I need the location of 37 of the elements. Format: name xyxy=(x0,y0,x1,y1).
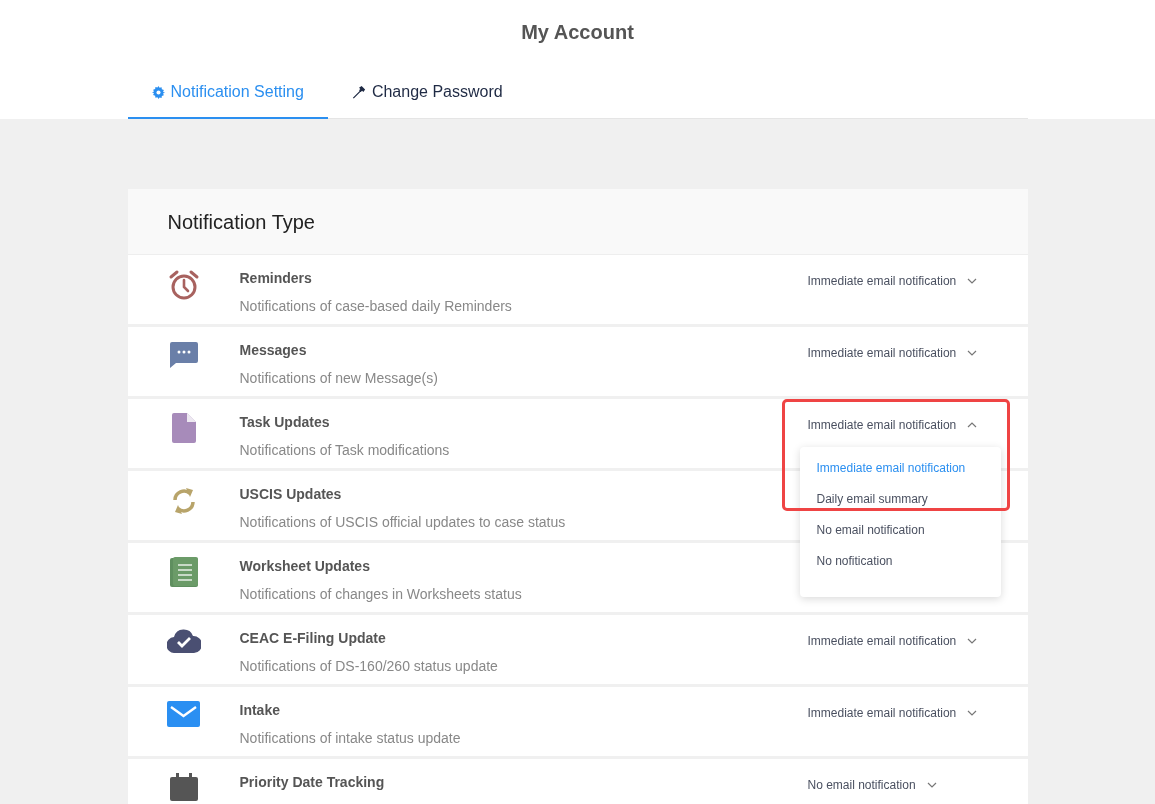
page-title: My Account xyxy=(520,20,635,45)
notification-select[interactable]: No email notification xyxy=(807,776,938,794)
alarm-clock-icon xyxy=(167,269,200,301)
dropdown-option[interactable]: Daily email summary xyxy=(799,484,1001,515)
row-title: Intake xyxy=(239,701,281,720)
chat-bubble-icon xyxy=(168,341,199,369)
row-description: Notifications of DS-160/260 status update xyxy=(239,657,499,676)
notification-select[interactable]: Immediate email notification xyxy=(807,704,979,722)
hammer-icon xyxy=(351,85,366,99)
notebook-icon xyxy=(169,557,198,587)
tab[interactable]: Change Password xyxy=(327,66,527,119)
row-description: Notifications of intake status update xyxy=(239,729,462,748)
gear-icon xyxy=(151,85,165,99)
row-title: Task Updates xyxy=(239,413,331,432)
notification-select[interactable]: Immediate email notification xyxy=(807,272,979,290)
row-title: Reminders xyxy=(239,269,313,288)
row-description: Notifications of new Message(s) xyxy=(239,369,439,388)
notification-select[interactable]: Immediate email notification xyxy=(807,632,979,650)
dropdown-option[interactable]: No nofitication xyxy=(799,546,1001,577)
row-description: Notifications of case-based daily Reminders xyxy=(239,297,513,316)
dropdown-option[interactable]: No email notification xyxy=(799,515,1001,546)
document-icon xyxy=(171,413,196,443)
row-title: Priority Date Tracking xyxy=(239,773,386,792)
row-title: Worksheet Updates xyxy=(239,557,371,576)
row-title: Messages xyxy=(239,341,308,360)
row-description: Notifications of USCIS official updates to case status xyxy=(239,513,567,532)
row-description: Notifications of changes in Worksheets status xyxy=(239,585,523,604)
sync-icon xyxy=(170,485,197,517)
calendar-icon xyxy=(169,773,198,801)
cloud-check-icon xyxy=(166,629,201,653)
row-description: Notifications of Task modifications xyxy=(239,441,451,460)
card-title: Notification Type xyxy=(167,209,315,234)
row-title: USCIS Updates xyxy=(239,485,343,504)
notification-select[interactable]: Immediate email notification xyxy=(807,416,979,434)
row-title: CEAC E-Filing Update xyxy=(239,629,387,648)
notification-select[interactable]: Immediate email notification xyxy=(807,344,979,362)
envelope-icon xyxy=(167,701,200,727)
